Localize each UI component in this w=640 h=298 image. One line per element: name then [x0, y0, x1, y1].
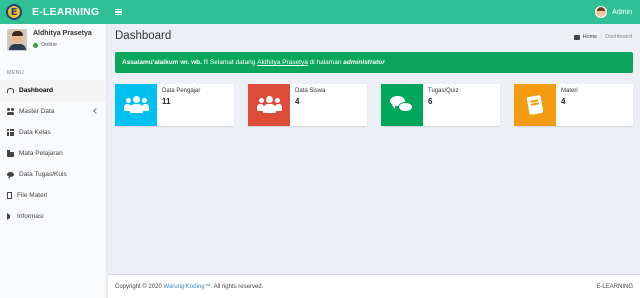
info-box-label: Tugas/Quiz	[428, 88, 459, 94]
info-box-icon	[381, 84, 423, 126]
alert-text-2: di halaman	[307, 59, 344, 66]
main-content: Dashboard Home › Dashboard Assalamu'alai…	[108, 24, 640, 274]
sidebar-item-label: Informasi	[17, 213, 44, 220]
info-box-value: 11	[162, 97, 171, 106]
book-icon	[526, 94, 544, 116]
hamburger-icon	[114, 9, 122, 15]
users-icon	[7, 108, 14, 115]
sidebar-item-data-tugas-kuis[interactable]: Data Tugas/Kuis	[0, 164, 106, 185]
bullhorn-icon	[7, 213, 12, 220]
copyright-prefix: Copyright © 2020	[115, 283, 164, 290]
top-navbar: E E-LEARNING Admin	[0, 0, 640, 24]
logo[interactable]: E E-LEARNING	[0, 0, 107, 24]
info-box-materi[interactable]: Materi 4	[514, 84, 633, 126]
page-title: Dashboard	[115, 30, 172, 42]
copyright-suffix: . All rights reserved.	[210, 283, 264, 290]
info-box-label: Data Pengajar	[162, 88, 201, 94]
info-box-icon	[514, 84, 556, 126]
sidebar-item-master-data[interactable]: Master Data	[0, 101, 106, 122]
app-name: E-LEARNING	[32, 6, 100, 18]
sidebar-user-name: Aldhitya Prasetya	[33, 30, 92, 37]
user-menu[interactable]: Admin	[595, 5, 632, 19]
info-box-label: Data Siswa	[295, 88, 326, 94]
user-name: Admin	[612, 8, 632, 16]
sidebar: Aldhitya Prasetya Online MENU Dashboard …	[0, 24, 107, 298]
alert-greeting: Assalamu'alaikum wr. wb. !!	[122, 59, 209, 66]
alert-user-name: Aldhitya Prasetya	[257, 59, 308, 66]
user-status: Online	[33, 42, 92, 48]
sidebar-item-label: Mata Pelajaran	[19, 150, 63, 157]
info-box-value: 4	[561, 97, 566, 106]
footer-link[interactable]: Warung Koding™	[163, 284, 210, 290]
avatar	[7, 29, 27, 51]
menu-header: MENU	[7, 70, 24, 76]
sidebar-item-label: Master Data	[19, 108, 55, 115]
breadcrumb-separator: ›	[600, 34, 603, 40]
sidebar-item-dashboard[interactable]: Dashboard	[0, 80, 106, 101]
breadcrumb-current: Dashboard	[605, 34, 632, 40]
sidebar-toggle-button[interactable]	[112, 6, 124, 18]
logo-letter: E	[10, 6, 18, 18]
alert-role: administrator	[343, 59, 385, 66]
sidebar-item-file-materi[interactable]: File Materi	[0, 185, 106, 206]
info-box-value: 6	[428, 97, 433, 106]
sidebar-item-label: Dashboard	[19, 87, 53, 94]
users-icon	[124, 96, 149, 114]
breadcrumb: Home › Dashboard	[573, 34, 632, 40]
file-icon	[7, 192, 12, 199]
info-box-label: Materi	[561, 88, 578, 94]
info-boxes: Data Pengajar 11 Data Siswa 4 Tugas/Quiz…	[115, 84, 635, 126]
info-box-data-siswa[interactable]: Data Siswa 4	[248, 84, 367, 126]
breadcrumb-home-link[interactable]: Home	[583, 34, 598, 40]
alert-text-1: Selamat datang	[208, 59, 258, 66]
sidebar-item-label: File Materi	[17, 192, 48, 199]
copyright: Copyright © 2020 Warung Koding™. All rig…	[115, 284, 596, 290]
footer: Copyright © 2020 Warung Koding™. All rig…	[108, 274, 640, 298]
dashboard-icon	[7, 88, 14, 93]
home-icon	[573, 34, 580, 40]
sidebar-item-mata-pelajaran[interactable]: Mata Pelajaran	[0, 143, 106, 164]
folder-icon	[7, 150, 14, 157]
user-panel: Aldhitya Prasetya Online	[7, 29, 92, 53]
grid-icon	[7, 129, 14, 136]
sidebar-item-informasi[interactable]: Informasi	[0, 206, 106, 227]
sidebar-menu: Dashboard Master Data Data Kelas Mata Pe…	[0, 80, 106, 227]
chevron-left-icon	[93, 108, 99, 114]
online-dot-icon	[33, 42, 38, 48]
footer-brand: E-LEARNING	[596, 283, 633, 290]
info-box-icon	[115, 84, 157, 126]
logo-icon: E	[6, 4, 22, 20]
sidebar-item-data-kelas[interactable]: Data Kelas	[0, 122, 106, 143]
info-box-tugas-quiz[interactable]: Tugas/Quiz 6	[381, 84, 500, 126]
sidebar-item-label: Data Tugas/Kuis	[19, 171, 67, 178]
sidebar-item-label: Data Kelas	[19, 129, 51, 136]
welcome-alert: Assalamu'alaikum wr. wb. !! Selamat data…	[115, 52, 633, 73]
user-avatar-icon	[595, 6, 608, 18]
users-icon	[257, 96, 282, 114]
comments-icon	[7, 172, 14, 179]
comments-icon	[390, 96, 414, 114]
info-box-icon	[248, 84, 290, 126]
info-box-data-pengajar[interactable]: Data Pengajar 11	[115, 84, 234, 126]
info-box-value: 4	[295, 97, 300, 106]
user-status-label: Online	[41, 42, 57, 48]
